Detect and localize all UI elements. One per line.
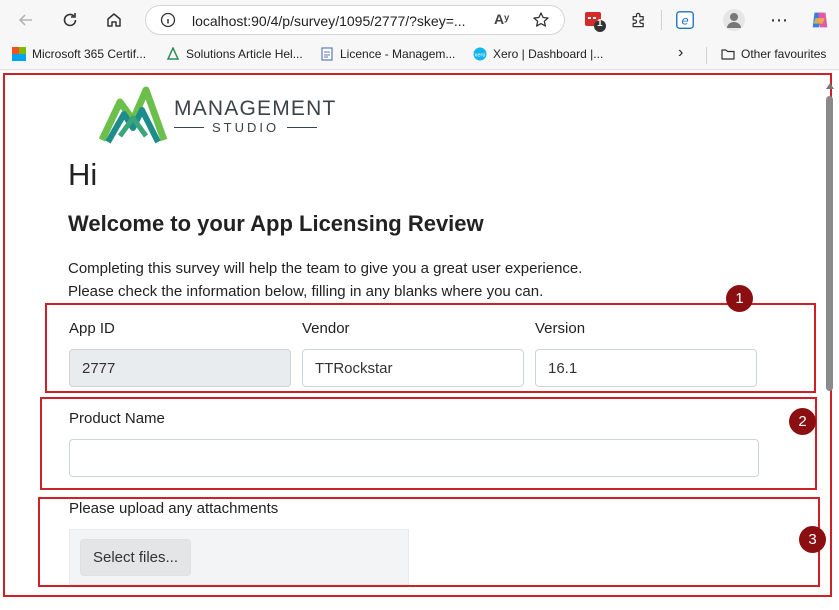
avatar <box>723 9 745 31</box>
copilot-icon <box>812 12 828 28</box>
bookmarks-bar: Microsoft 365 Certif... Solutions Articl… <box>0 40 839 70</box>
chevron-right-icon[interactable]: › <box>678 44 683 62</box>
address-bar[interactable]: localhost:90/4/p/survey/1095/2777/?skey=… <box>145 5 565 35</box>
read-aloud-icon[interactable]: Aʸ <box>494 11 509 27</box>
vendor-field[interactable]: TTRockstar <box>302 349 524 387</box>
app-id-field[interactable]: 2777 <box>69 349 291 387</box>
back-arrow-icon <box>18 14 32 26</box>
refresh-icon <box>63 13 77 27</box>
brand-name: MANAGEMENT <box>174 97 337 120</box>
intro-line-1: Completing this survey will help the tea… <box>68 260 583 277</box>
subtitle-line-right <box>287 127 318 128</box>
extension-red-icon <box>585 12 606 32</box>
extension-count-badge: 1 <box>597 18 603 29</box>
select-files-button[interactable]: Select files... <box>80 539 191 576</box>
other-favourites[interactable]: Other favourites <box>721 47 826 61</box>
solutions-leaf-icon <box>166 47 180 60</box>
more-menu-icon[interactable]: ⋯ <box>767 8 791 32</box>
extensions-button[interactable] <box>627 8 651 32</box>
bookmark-label: Solutions Article Hel... <box>186 47 303 61</box>
file-upload-area[interactable]: Select files... <box>69 529 409 585</box>
refresh-button[interactable] <box>56 6 84 34</box>
home-button[interactable] <box>100 6 128 34</box>
edge-e-icon: e <box>676 11 694 29</box>
annotation-badge-1: 1 <box>726 285 753 312</box>
greeting: Hi <box>68 157 98 192</box>
product-name-label: Product Name <box>69 410 165 427</box>
intro-text: Completing this survey will help the tea… <box>68 257 582 303</box>
toolbar-divider <box>661 10 662 30</box>
bookmark-label: Xero | Dashboard |... <box>493 47 604 61</box>
folder-icon <box>721 49 735 60</box>
browser-toolbar: localhost:90/4/p/survey/1095/2777/?skey=… <box>0 0 839 40</box>
microsoft-logo-icon <box>12 47 26 61</box>
edge-browser-button[interactable]: e <box>673 8 697 32</box>
annotation-badge-3: 3 <box>799 526 826 553</box>
app-id-label: App ID <box>69 320 115 337</box>
extension-badge-button[interactable]: 1 <box>583 8 607 32</box>
bookmark-item[interactable]: xero Xero | Dashboard |... <box>473 47 603 61</box>
xero-logo-icon: xero <box>473 47 487 61</box>
bookmark-item[interactable]: Microsoft 365 Certif... <box>12 47 146 61</box>
management-studio-logo-icon <box>98 86 168 144</box>
bookmarks-divider <box>706 47 707 64</box>
svg-text:xero: xero <box>475 53 486 59</box>
brand-subtitle: STUDIO <box>174 120 318 135</box>
page-content: MANAGEMENT STUDIO Hi Welcome to your App… <box>0 71 839 610</box>
brand-subtitle-text: STUDIO <box>212 120 280 135</box>
bookmark-item[interactable]: Licence - Managem... <box>320 47 455 61</box>
bookmark-label: Microsoft 365 Certif... <box>32 47 147 61</box>
page-title: Welcome to your App Licensing Review <box>68 211 484 236</box>
favourite-star-icon[interactable] <box>532 11 550 29</box>
profile-button[interactable] <box>722 8 746 32</box>
version-label: Version <box>535 320 586 337</box>
info-icon[interactable] <box>160 12 176 28</box>
svg-text:e: e <box>681 14 688 28</box>
scrollbar-thumb[interactable] <box>826 96 833 391</box>
version-field[interactable]: 16.1 <box>535 349 757 387</box>
annotation-badge-2: 2 <box>789 408 816 435</box>
bookmark-item[interactable]: Solutions Article Hel... <box>166 47 303 61</box>
other-favourites-label: Other favourites <box>741 47 827 61</box>
product-name-field[interactable] <box>69 439 759 477</box>
back-button[interactable] <box>12 6 40 34</box>
home-icon <box>107 13 121 27</box>
subtitle-line-left <box>174 127 204 128</box>
copilot-button[interactable] <box>808 8 832 32</box>
attachments-label: Please upload any attachments <box>69 500 279 517</box>
puzzle-icon <box>632 12 644 28</box>
url-text[interactable]: localhost:90/4/p/survey/1095/2777/?skey=… <box>192 13 466 29</box>
bookmark-label: Licence - Managem... <box>340 47 456 61</box>
document-icon <box>321 47 333 61</box>
vendor-label: Vendor <box>302 320 350 337</box>
scroll-up-icon[interactable] <box>826 83 834 89</box>
intro-line-2: Please check the information below, fill… <box>68 283 544 300</box>
